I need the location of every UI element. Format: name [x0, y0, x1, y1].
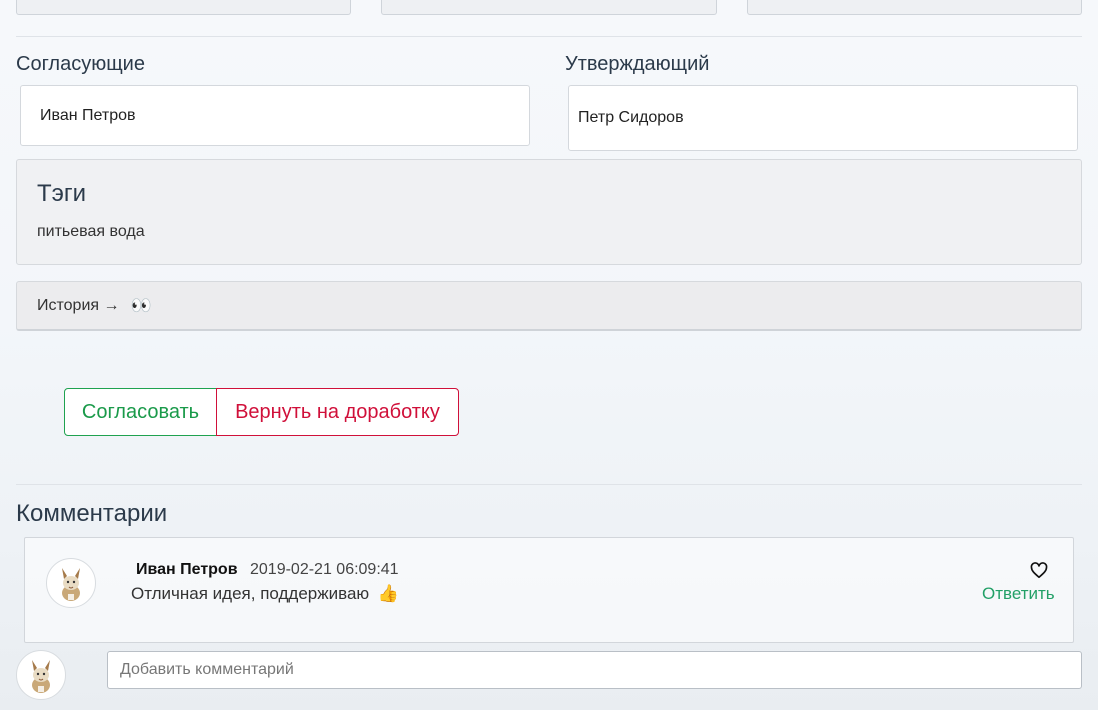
- approve-button[interactable]: Согласовать: [64, 388, 217, 436]
- top-field-3[interactable]: [747, 0, 1082, 15]
- approvers-label: Согласующие: [16, 53, 145, 75]
- final-approver-field[interactable]: Петр Сидоров: [568, 85, 1078, 151]
- add-comment-input[interactable]: [107, 651, 1082, 689]
- tags-panel: Тэги питьевая вода: [16, 159, 1082, 265]
- comment-timestamp: 2019-02-21 06:09:41: [250, 561, 399, 578]
- heart-icon[interactable]: [1030, 562, 1050, 580]
- avatar: [46, 558, 96, 608]
- tags-title: Тэги: [37, 180, 87, 207]
- tag-item[interactable]: питьевая вода: [37, 223, 145, 241]
- final-approver-label: Утверждающий: [565, 53, 710, 75]
- history-panel[interactable]: История → 👀: [16, 281, 1082, 331]
- final-approver-value: Петр Сидоров: [578, 109, 684, 126]
- comments-title: Комментарии: [16, 500, 168, 527]
- avatar-icon: [32, 660, 50, 693]
- divider-top: [16, 36, 1082, 37]
- top-field-2[interactable]: [381, 0, 717, 15]
- reply-link[interactable]: Ответить: [982, 584, 1055, 604]
- return-for-revision-button[interactable]: Вернуть на доработку: [216, 388, 459, 436]
- thumbs-up-icon: 👍: [377, 584, 400, 603]
- comment-text-body: Отличная идея, поддерживаю: [131, 584, 370, 603]
- divider-comments: [16, 484, 1082, 485]
- approvers-field[interactable]: Иван Петров: [20, 85, 530, 146]
- current-user-avatar: [16, 650, 66, 700]
- comment-author[interactable]: Иван Петров: [136, 561, 238, 579]
- avatar-icon: [62, 568, 80, 601]
- history-label[interactable]: История →: [37, 297, 120, 315]
- top-field-1[interactable]: [16, 0, 351, 15]
- comment-text: Отличная идея, поддерживаю 👍: [131, 584, 399, 604]
- eyes-icon: 👀: [130, 295, 152, 315]
- comment-card: Иван Петров 2019-02-21 06:09:41 Отличная…: [24, 537, 1074, 643]
- approvers-value: Иван Петров: [40, 106, 136, 124]
